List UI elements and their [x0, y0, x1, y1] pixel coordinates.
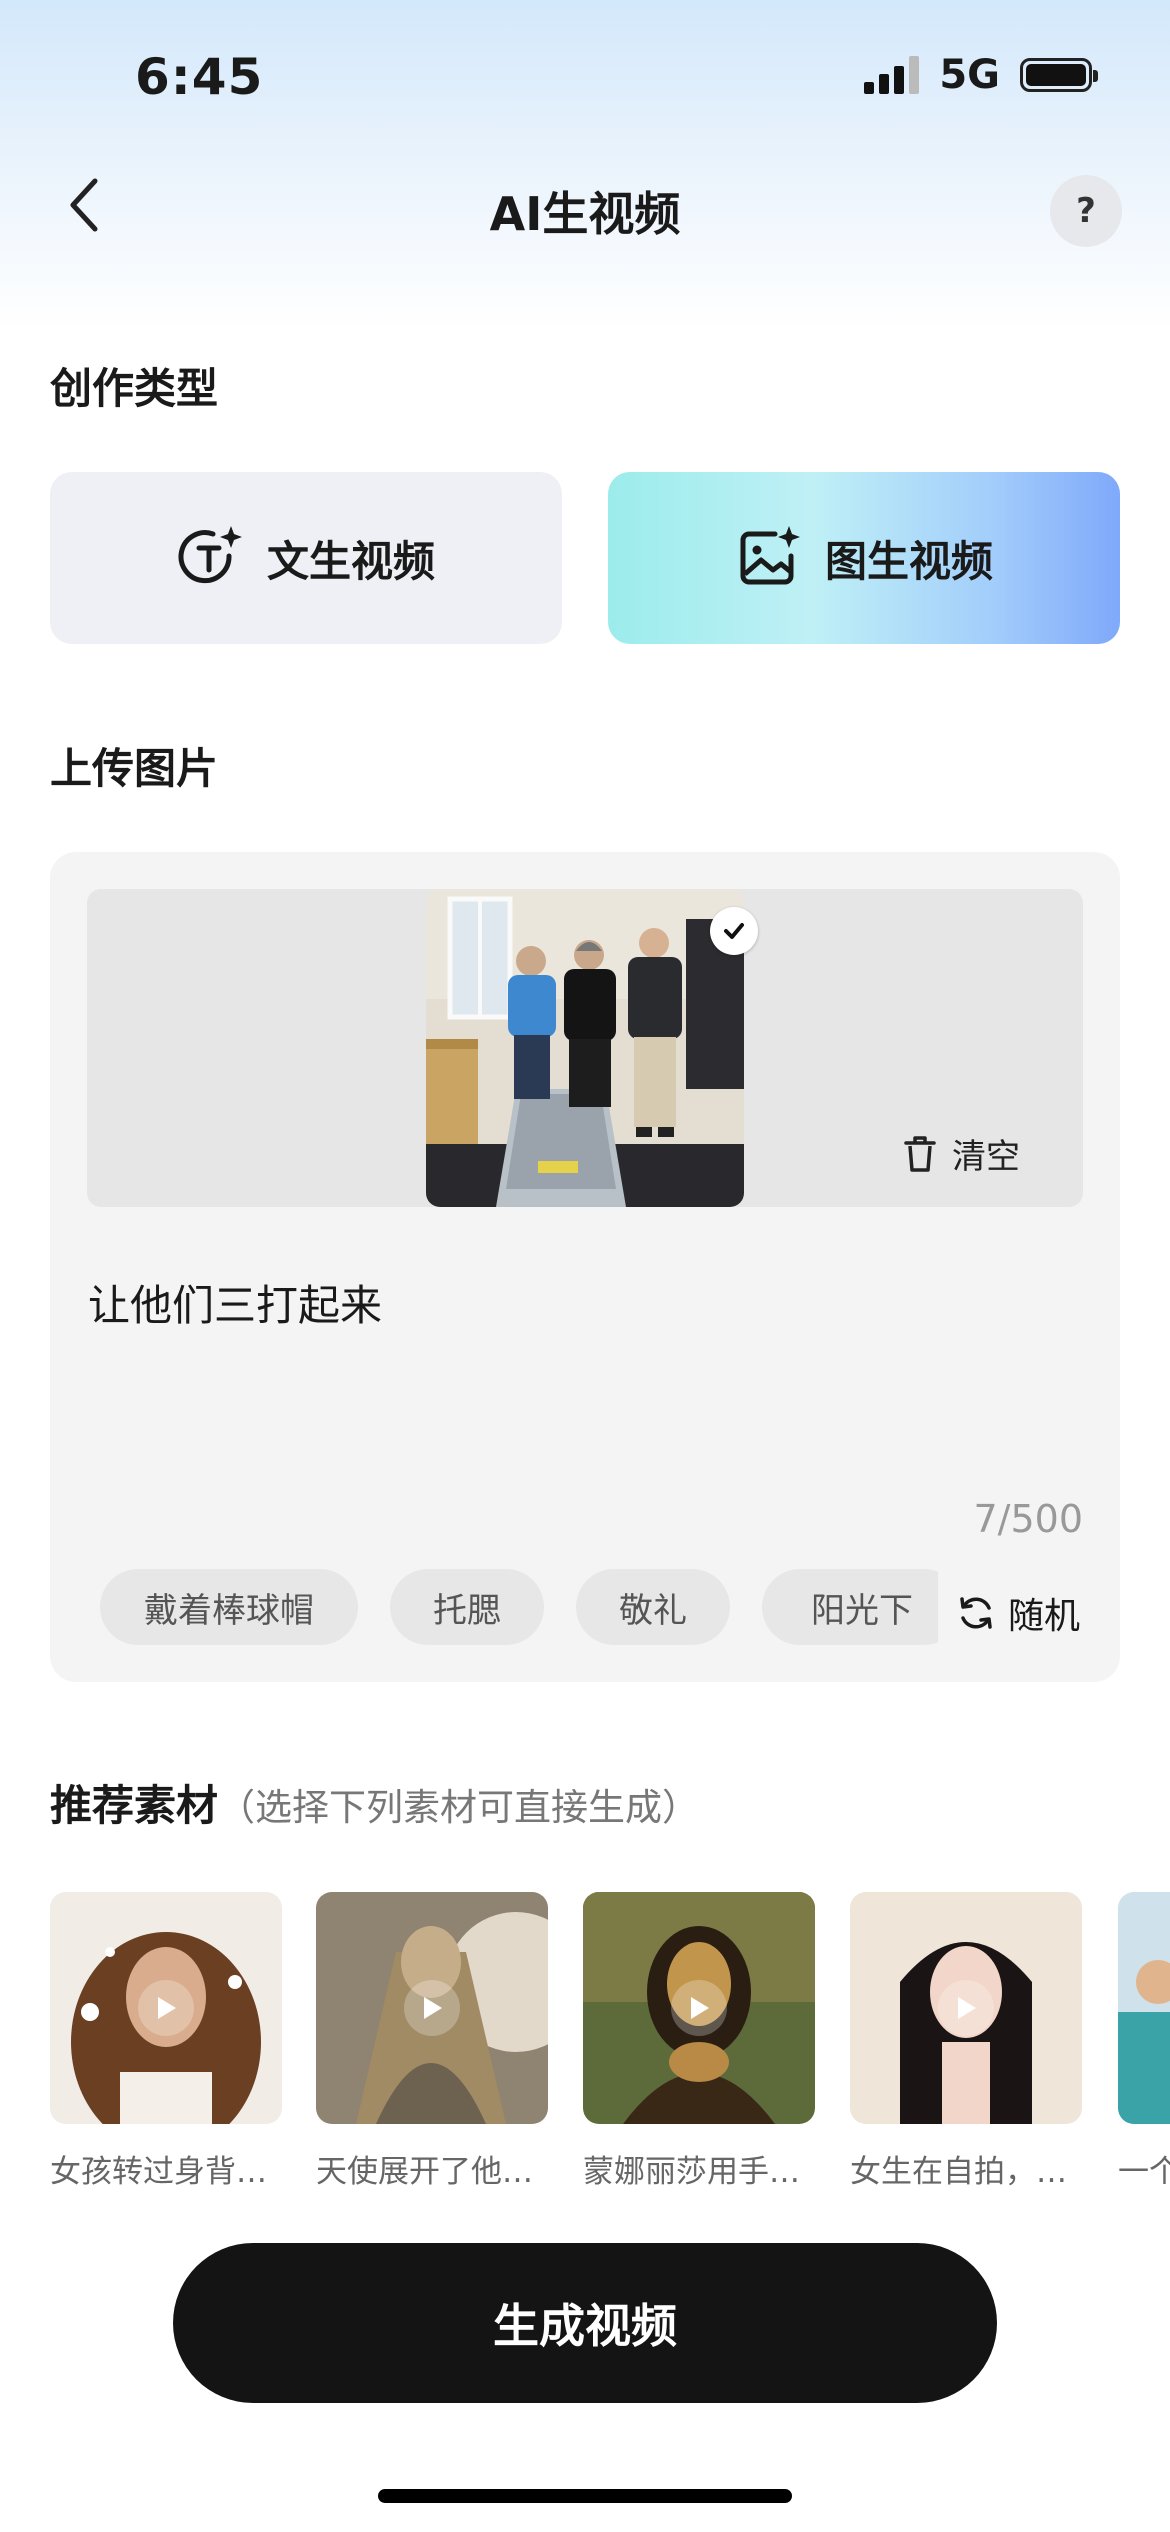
refresh-icon: [960, 1597, 992, 1629]
page-title: AI生视频: [489, 187, 681, 241]
image-to-video-label: 图生视频: [824, 536, 993, 586]
play-icon: [404, 1980, 460, 2036]
suggestion-chip[interactable]: 戴着棒球帽: [100, 1569, 358, 1645]
generate-video-button[interactable]: 生成视频: [173, 2243, 997, 2403]
image-sparkle-icon: [740, 526, 800, 585]
materials-title: 推荐素材（选择下列素材可直接生成）: [50, 1772, 699, 1833]
image-to-video-option[interactable]: 图生视频: [608, 472, 1120, 644]
material-thumbnail: [583, 1892, 815, 2124]
network-label: 5G: [939, 52, 1000, 98]
suggestion-chip[interactable]: 敬礼: [576, 1569, 730, 1645]
play-icon: [938, 1980, 994, 2036]
materials-title-text: 推荐素材: [50, 1781, 219, 1830]
signal-icon: [864, 56, 920, 94]
uploaded-photo[interactable]: [426, 889, 744, 1207]
selected-check-badge: [710, 907, 758, 955]
upload-section-title: 上传图片: [50, 744, 219, 793]
material-caption: 女孩转过身背对镜头: [50, 2154, 282, 2190]
suggestion-chip[interactable]: 阳光下: [762, 1569, 938, 1645]
material-thumbnail: [850, 1892, 1082, 2124]
suggestion-chip[interactable]: 托腮: [390, 1569, 544, 1645]
creation-type-title: 创作类型: [50, 364, 219, 413]
trash-icon: [904, 1135, 936, 1172]
material-caption: 女生在自拍，微笑着: [850, 2154, 1082, 2190]
material-item[interactable]: 女孩转过身背对镜头: [50, 1892, 282, 2191]
status-icons: 5G: [864, 52, 1098, 98]
random-button[interactable]: 随机: [956, 1587, 1080, 1639]
char-count: 7/500: [973, 1497, 1083, 1541]
help-button[interactable]: ?: [1050, 175, 1122, 247]
upload-panel: 清空 让他们三打起来 7/500 戴着棒球帽 托腮 敬礼 阳光下 随机: [50, 852, 1120, 1682]
text-sparkle-icon: [178, 526, 242, 584]
clear-image-button[interactable]: 清空: [902, 1129, 1020, 1178]
material-item[interactable]: 蒙娜丽莎用手遮住脸: [583, 1892, 815, 2191]
random-label: 随机: [1008, 1596, 1081, 1637]
play-icon: [671, 1980, 727, 2036]
material-item[interactable]: 女生在自拍，微笑着: [850, 1892, 1082, 2191]
suggestion-chips: 戴着棒球帽 托腮 敬礼 阳光下: [100, 1569, 938, 1645]
materials-note: （选择下列素材可直接生成）: [218, 1786, 700, 1829]
material-caption: 蒙娜丽莎用手遮住脸: [583, 2154, 815, 2190]
status-time: 6:45: [135, 48, 264, 106]
play-icon: [138, 1980, 194, 2036]
material-thumbnail: [316, 1892, 548, 2124]
prompt-input[interactable]: 让他们三打起来: [88, 1272, 382, 1333]
battery-icon: [1020, 58, 1098, 92]
checkmark-icon: [724, 923, 744, 939]
material-item[interactable]: 一个: [1118, 1892, 1170, 2191]
uploaded-image-area[interactable]: 清空: [87, 889, 1083, 1207]
material-thumbnail: [50, 1892, 282, 2124]
home-indicator: [378, 2489, 792, 2503]
material-item[interactable]: 天使展开了他的翅膀: [316, 1892, 548, 2191]
material-caption: 天使展开了他的翅膀: [316, 2154, 548, 2190]
text-to-video-label: 文生视频: [266, 536, 435, 586]
clear-label: 清空: [952, 1137, 1020, 1177]
material-caption: 一个: [1118, 2154, 1170, 2190]
materials-list: 女孩转过身背对镜头 天使展开了他的翅膀: [50, 1892, 1170, 2212]
material-thumbnail: [1118, 1892, 1170, 2124]
text-to-video-option[interactable]: 文生视频: [50, 472, 562, 644]
